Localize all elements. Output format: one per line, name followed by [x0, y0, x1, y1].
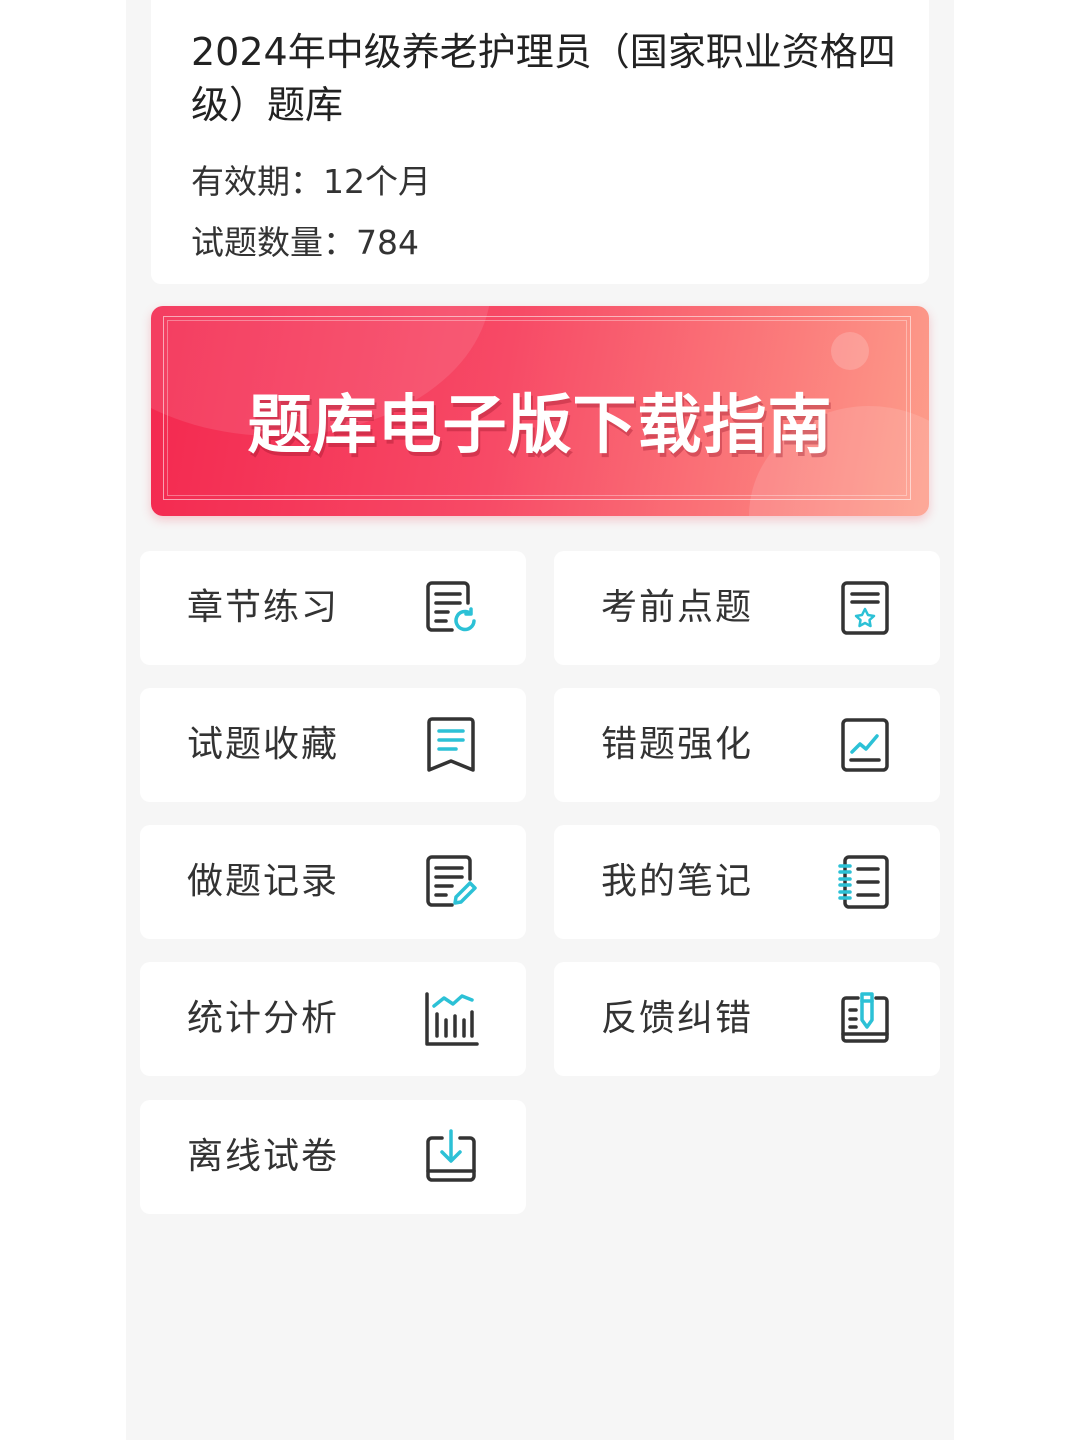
menu-label: 我的笔记 — [601, 861, 754, 902]
menu-label: 试题收藏 — [187, 724, 340, 765]
menu-label: 考前点题 — [601, 587, 754, 628]
menu-wrong-question-review[interactable]: 错题强化 — [554, 688, 940, 802]
course-info-card: 2024年中级养老护理员（国家职业资格四级）题库 有效期：12个月 试题数量：7… — [151, 0, 929, 284]
download-guide-banner[interactable]: 题库电子版下载指南 — [151, 306, 929, 516]
menu-label: 离线试卷 — [187, 1136, 340, 1177]
menu-chapter-practice[interactable]: 章节练习 — [140, 551, 526, 665]
menu-label: 做题记录 — [187, 861, 340, 902]
menu-feedback[interactable]: 反馈纠错 — [554, 962, 940, 1076]
bar-chart-icon — [422, 990, 480, 1048]
menu-statistics[interactable]: 统计分析 — [140, 962, 526, 1076]
list-refresh-icon — [422, 579, 480, 637]
menu-label: 统计分析 — [187, 998, 340, 1039]
app-screen: 2024年中级养老护理员（国家职业资格四级）题库 有效期：12个月 试题数量：7… — [126, 0, 954, 1440]
menu-pre-exam-tips[interactable]: 考前点题 — [554, 551, 940, 665]
document-edit-icon — [422, 853, 480, 911]
star-document-icon — [836, 579, 894, 637]
question-count: 试题数量：784 — [191, 223, 419, 262]
menu-offline-papers[interactable]: 离线试卷 — [140, 1100, 526, 1214]
course-title: 2024年中级养老护理员（国家职业资格四级）题库 — [191, 30, 896, 127]
menu-label: 章节练习 — [187, 587, 340, 628]
notebook-icon — [836, 853, 894, 911]
validity-period: 有效期：12个月 — [191, 162, 431, 201]
download-tray-icon — [422, 1128, 480, 1186]
feedback-pen-icon — [836, 990, 894, 1048]
menu-label: 反馈纠错 — [601, 998, 754, 1039]
menu-label: 错题强化 — [601, 724, 754, 765]
menu-practice-history[interactable]: 做题记录 — [140, 825, 526, 939]
bookmark-icon — [422, 716, 480, 774]
trend-chart-icon — [836, 716, 894, 774]
menu-question-favorites[interactable]: 试题收藏 — [140, 688, 526, 802]
banner-title: 题库电子版下载指南 — [247, 389, 833, 463]
menu-my-notes[interactable]: 我的笔记 — [554, 825, 940, 939]
